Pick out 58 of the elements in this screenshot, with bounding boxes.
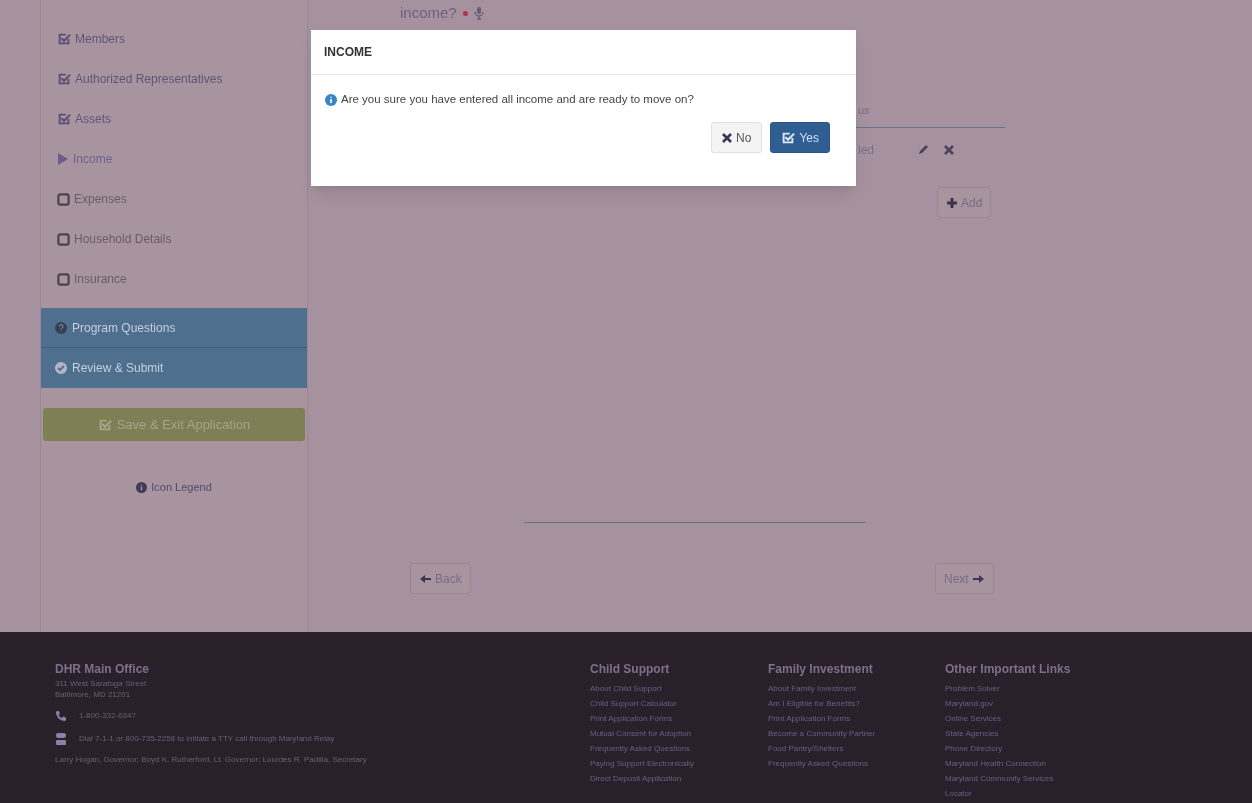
footer-link[interactable]: Paying Support Electronically bbox=[590, 756, 768, 771]
dialog-title: INCOME bbox=[324, 44, 372, 61]
action-link[interactable]: Program Questions bbox=[41, 308, 307, 348]
yes-button[interactable]: Yes bbox=[770, 122, 830, 154]
step-link[interactable]: Assets bbox=[57, 108, 111, 130]
arrow-left-icon bbox=[419, 573, 432, 584]
footer-heading: Child Support bbox=[590, 661, 671, 678]
phone-number: 1-800-332-6347 bbox=[79, 710, 136, 722]
plus-icon bbox=[946, 196, 958, 209]
address-line: Baltimore, MD 21201 bbox=[55, 689, 132, 700]
step-link[interactable]: Household Details bbox=[57, 228, 172, 250]
dialog-message: Are you sure you have entered all income and are ready to move on? bbox=[341, 92, 694, 107]
arrow-right-icon bbox=[971, 573, 985, 584]
check-circle-icon bbox=[55, 362, 67, 374]
checkbox-checked-icon bbox=[781, 130, 796, 145]
icon-legend-link[interactable]: Icon Legend bbox=[136, 479, 212, 496]
footer-link[interactable]: Print Application Forms bbox=[768, 711, 945, 726]
footer-link[interactable]: About Child Support bbox=[590, 681, 768, 696]
address-line: 311 West Saratoga Street bbox=[55, 678, 148, 689]
step-link[interactable]: Expenses bbox=[57, 188, 127, 210]
info-icon bbox=[136, 481, 148, 493]
footer-link[interactable]: Maryland Community Services bbox=[945, 771, 1145, 786]
footer-link[interactable]: Become a Community Partner bbox=[768, 726, 945, 741]
step-link[interactable]: Insurance bbox=[57, 268, 127, 290]
question-icon bbox=[55, 321, 67, 334]
footer-link[interactable]: Problem Solver bbox=[945, 681, 1145, 696]
footer-link[interactable]: Am I Eligible for Benefits? bbox=[768, 696, 945, 711]
footer-link[interactable]: Frequently Asked Questions bbox=[590, 741, 768, 756]
footer-link[interactable]: Phone Directory bbox=[945, 741, 1145, 756]
footer-link[interactable]: Child Support Calculator bbox=[590, 696, 768, 711]
footer-heading: DHR Main Office bbox=[55, 661, 150, 678]
footer-link[interactable]: Maryland Health Connection bbox=[945, 756, 1145, 771]
footer-link[interactable]: Maryland.gov bbox=[945, 696, 1145, 711]
footer-link[interactable]: About Family Investment bbox=[768, 681, 945, 696]
action-link[interactable]: Review & Submit bbox=[41, 348, 307, 388]
footer-link[interactable]: State Agencies bbox=[945, 726, 1145, 741]
footer-link[interactable]: Direct Deposit Application bbox=[590, 771, 768, 786]
footer-link[interactable]: Mutual Consent for Adoption bbox=[590, 726, 768, 741]
footer-link[interactable]: Print Application Forms bbox=[590, 711, 768, 726]
footer-link[interactable]: Food Pantry/Shelters bbox=[768, 741, 945, 756]
footer-link[interactable]: Frequently Asked Questions bbox=[768, 756, 945, 771]
tty-icon bbox=[55, 732, 67, 746]
step-link[interactable]: Members bbox=[57, 28, 125, 50]
step-link[interactable]: Income bbox=[57, 148, 113, 170]
footer-link[interactable]: Online Services bbox=[945, 711, 1145, 726]
checkbox-checked-icon bbox=[97, 417, 112, 432]
footer-heading: Other Important Links bbox=[945, 661, 1072, 678]
footer-heading: Family Investment bbox=[768, 661, 874, 678]
footer-link[interactable]: Locator bbox=[945, 786, 1145, 801]
close-icon bbox=[722, 132, 733, 143]
no-button[interactable]: No bbox=[711, 122, 763, 154]
pencil-icon bbox=[918, 142, 930, 155]
info-icon bbox=[325, 93, 337, 106]
phone-icon bbox=[55, 710, 67, 722]
step-link[interactable]: Authorized Representatives bbox=[57, 68, 223, 90]
close-icon bbox=[944, 144, 954, 155]
microphone-icon bbox=[473, 6, 484, 21]
tty-info: Dial 7-1-1 or 800-735-2258 to initiate a TTY call through Maryland Relay bbox=[79, 733, 335, 745]
